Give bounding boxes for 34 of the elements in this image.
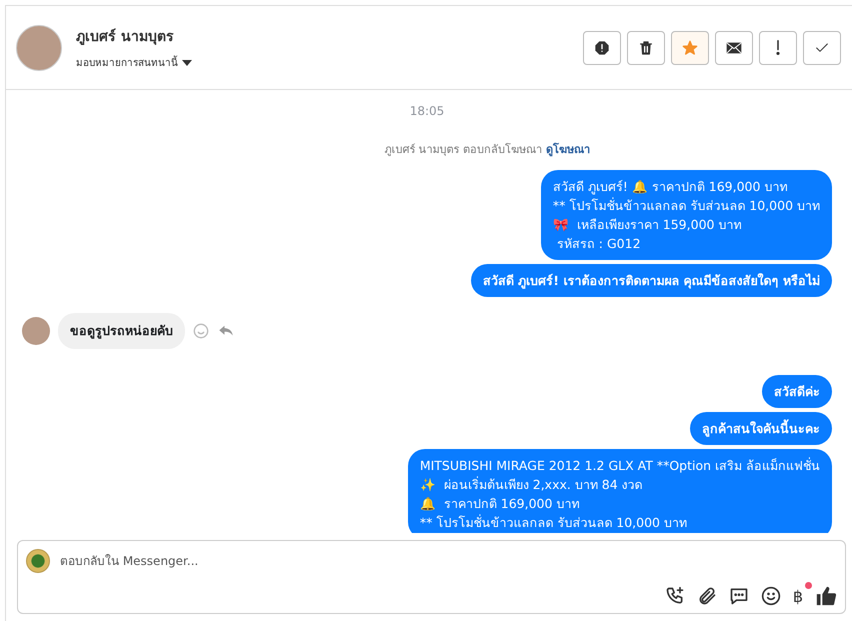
phone-plus-icon — [664, 586, 685, 606]
envelope-icon — [726, 40, 742, 56]
composer-tool-button[interactable] — [664, 586, 685, 606]
star-icon — [682, 40, 698, 56]
view-ad-link[interactable]: ดูโฆษณา — [546, 143, 590, 156]
timestamp: 18:05 — [410, 104, 444, 118]
outgoing-message: สวัสดีค่ะ — [762, 375, 832, 408]
incoming-message: ขอดูรูปรถหน่อยคับ — [58, 313, 185, 349]
payment-button[interactable]: ฿ — [792, 586, 803, 606]
smiley-icon — [193, 323, 209, 339]
composer-tool-button[interactable] — [728, 586, 749, 606]
outgoing-message: ลูกค้าสนใจคันนี้นะคะ — [690, 412, 832, 445]
outgoing-message: MITSUBISHI MIRAGE 2012 1.2 GLX AT **Option เสริม ล้อแม็กแฟชั่น ✨ ผ่อนเริ่มต้นเพียง 2,xxx. บาท 84 งวด 🔔 ราคาปกติ 169,000 บาท ** โปรโมชั่นข้าวแลกลด รับส่วนลด 10,000 บาท — [408, 449, 832, 533]
alert-icon — [594, 40, 610, 56]
chat-bubble-icon — [728, 586, 749, 606]
page-logo-icon — [26, 549, 50, 573]
outgoing-message: สวัสดี ภูเบศร์! เราต้องการติดตามผล คุณมีข้อสงสัยใดๆ หรือไม่ — [470, 264, 832, 297]
thumbs-up-icon — [815, 585, 837, 607]
trash-icon — [638, 40, 654, 56]
composer-tool-button[interactable] — [815, 585, 837, 607]
toolbar-button[interactable] — [583, 30, 621, 64]
smiley-icon — [760, 586, 781, 606]
contact-name: ภูเบศร์ นามบุตร — [76, 28, 175, 47]
avatar-photo — [16, 24, 62, 70]
composer-tool-button[interactable] — [760, 586, 781, 606]
toolbar-button[interactable] — [715, 30, 753, 64]
paperclip-icon — [696, 586, 717, 606]
toolbar-button[interactable] — [627, 30, 665, 64]
avatar-photo — [22, 317, 50, 345]
assign-dropdown[interactable]: มอบหมายการสนทนานี้ — [76, 55, 192, 70]
exclamation-icon — [776, 40, 780, 55]
ad-reply-notice: ภูเบศร์ นามบุตร ตอบกลับโฆษณา ดูโฆษณา — [384, 142, 590, 158]
outgoing-message: สวัสดี ภูเบศร์! 🔔 ราคาปกติ 169,000 บาท ** โปรโมชั่นข้าวแลกลด รับส่วนลด 10,000 บาท 🎀 เหลือเพียงราคา 159,000 บาท รหัสรถ : G012 — [540, 170, 832, 260]
composer-tool-button[interactable] — [696, 586, 717, 606]
